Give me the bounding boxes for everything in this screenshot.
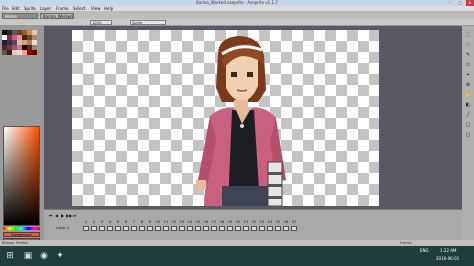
frame-number[interactable]: 1 <box>82 220 90 224</box>
cel[interactable] <box>179 226 185 231</box>
aseprite-icon[interactable]: ✦ <box>54 250 66 262</box>
frame-number[interactable]: 11 <box>162 220 170 224</box>
zoom-field[interactable]: 100% <box>90 20 112 25</box>
timeline: ⏮ ◀ ▶ ▶▶ ⏭ 1 2 3 4 5 6 7 8 9 10 11 12 13 14 15 16 17 18 19… <box>44 209 462 241</box>
frame-number[interactable]: 27 <box>290 220 298 224</box>
first-frame-button[interactable]: ⏮ <box>48 213 53 218</box>
prev-frame-button[interactable]: ◀ <box>54 213 59 218</box>
frame-number[interactable]: 6 <box>122 220 130 224</box>
cel[interactable] <box>83 226 89 231</box>
cel[interactable] <box>211 226 217 231</box>
fill-tool-icon[interactable]: ◧ <box>464 102 472 109</box>
eraser-tool-icon[interactable]: ▭ <box>464 62 472 69</box>
frame-number[interactable]: 15 <box>194 220 202 224</box>
frame-number[interactable]: 25 <box>274 220 282 224</box>
clock-date[interactable]: 2016-06-01 <box>436 256 459 262</box>
editor-area[interactable] <box>44 26 462 209</box>
frame-number[interactable]: 17 <box>210 220 218 224</box>
line-tool-icon[interactable]: ╱ <box>464 112 472 119</box>
cel[interactable] <box>227 226 233 231</box>
pencil-tool-icon[interactable]: ✎ <box>464 52 472 59</box>
cel[interactable] <box>283 226 289 231</box>
frame-number[interactable]: 3 <box>98 220 106 224</box>
frame-number[interactable]: 12 <box>170 220 178 224</box>
frame-number[interactable]: 24 <box>266 220 274 224</box>
cel[interactable] <box>291 226 297 231</box>
cel[interactable] <box>99 226 105 231</box>
frame-number[interactable]: 13 <box>178 220 186 224</box>
right-toolbar: ⬚ ◌ ✎ ▭ ⌖ ⊕ ✋ ◧ ╱ □ ○ <box>462 26 474 240</box>
hand-tool-icon[interactable]: ✋ <box>464 92 472 99</box>
hue-slider[interactable] <box>3 227 40 230</box>
palette-swatch[interactable] <box>32 50 37 55</box>
last-frame-button[interactable]: ⏭ <box>72 213 77 218</box>
cel[interactable] <box>155 226 161 231</box>
frame-number[interactable]: 19 <box>226 220 234 224</box>
cel[interactable] <box>131 226 137 231</box>
cel[interactable] <box>163 226 169 231</box>
aseprite-window: Karina_Worked.aseprite - Aseprite v1.1.7… <box>0 0 474 266</box>
cel[interactable] <box>235 226 241 231</box>
sprite-canvas[interactable] <box>72 30 379 206</box>
start-icon[interactable]: ⊞ <box>4 250 16 262</box>
frame-number[interactable]: 9 <box>146 220 154 224</box>
color-palette[interactable] <box>2 30 40 70</box>
character-sprite <box>196 36 286 206</box>
browser-icon[interactable]: ◉ <box>38 250 50 262</box>
cel[interactable] <box>251 226 257 231</box>
frame-number[interactable]: 8 <box>138 220 146 224</box>
language-indicator[interactable]: ENG <box>420 248 429 254</box>
frame-number[interactable]: 14 <box>186 220 194 224</box>
context-bar: 100% Sprite <box>0 19 474 26</box>
frame-number[interactable]: 10 <box>154 220 162 224</box>
eyedropper-tool-icon[interactable]: ⌖ <box>464 72 472 79</box>
taskbar: ⊞ ▣ ◉ ✦ ENG 1:22 AM 2016-06-01 <box>0 246 474 266</box>
cel[interactable] <box>107 226 113 231</box>
frame-number[interactable]: 2 <box>90 220 98 224</box>
cel[interactable] <box>203 226 209 231</box>
cel[interactable] <box>139 226 145 231</box>
cel[interactable] <box>187 226 193 231</box>
cel[interactable] <box>267 226 273 231</box>
lasso-tool-icon[interactable]: ◌ <box>464 42 472 49</box>
cel[interactable] <box>275 226 281 231</box>
foreground-color-button[interactable]: Foreground <box>3 232 40 237</box>
rectangle-tool-icon[interactable]: □ <box>464 122 472 129</box>
frame-number[interactable]: 16 <box>202 220 210 224</box>
cel[interactable] <box>195 226 201 231</box>
cel[interactable] <box>123 226 129 231</box>
ellipse-tool-icon[interactable]: ○ <box>464 132 472 139</box>
cel[interactable] <box>259 226 265 231</box>
zoom-tool-icon[interactable]: ⊕ <box>464 82 472 89</box>
color-picker[interactable] <box>3 126 40 226</box>
layer-name[interactable]: Layer 1 <box>56 226 69 231</box>
cel[interactable] <box>171 226 177 231</box>
cel[interactable] <box>243 226 249 231</box>
next-frame-button[interactable]: ▶▶ <box>66 213 72 218</box>
cel[interactable] <box>147 226 153 231</box>
cel[interactable] <box>91 226 97 231</box>
frame-number[interactable]: 21 <box>242 220 250 224</box>
frame-number[interactable]: 7 <box>130 220 138 224</box>
sprite-select[interactable]: Sprite <box>130 20 166 25</box>
marquee-tool-icon[interactable]: ⬚ <box>464 32 472 39</box>
frame-number[interactable]: 5 <box>114 220 122 224</box>
frame-number[interactable]: 4 <box>106 220 114 224</box>
clock-time[interactable]: 1:22 AM <box>440 248 456 254</box>
explorer-icon[interactable]: ▣ <box>22 250 34 262</box>
left-panel: Foreground Background <box>0 26 44 243</box>
frame-number[interactable]: 22 <box>250 220 258 224</box>
frame-number[interactable]: 18 <box>218 220 226 224</box>
tab-bar: Home Karina_Worked <box>0 12 474 19</box>
play-button[interactable]: ▶ <box>60 213 65 218</box>
cel[interactable] <box>219 226 225 231</box>
cel[interactable] <box>115 226 121 231</box>
frame-number[interactable]: 23 <box>258 220 266 224</box>
frame-number[interactable]: 26 <box>282 220 290 224</box>
frame-number[interactable]: 20 <box>234 220 242 224</box>
